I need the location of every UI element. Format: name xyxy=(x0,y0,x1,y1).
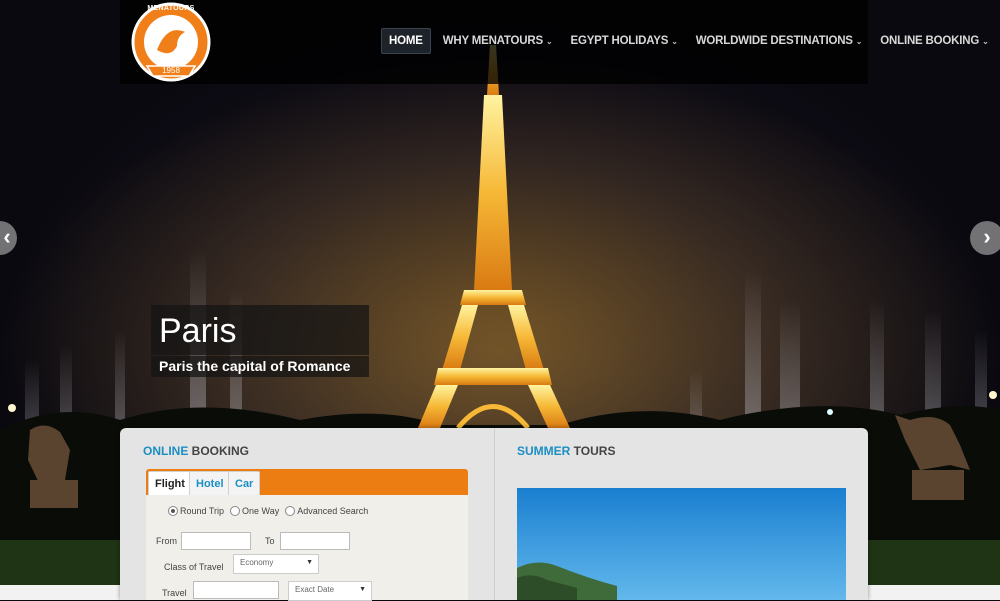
booking-tabs: Flight Hotel Car xyxy=(146,469,468,496)
flight-search-form: Round Trip One Way Advanced Search From … xyxy=(146,495,468,601)
nav-online-booking[interactable]: ONLINE BOOKING ⌄ xyxy=(880,29,988,53)
nav-worldwide-destinations-label: WORLDWIDE DESTINATIONS xyxy=(695,35,853,47)
radio-indicator xyxy=(230,506,241,516)
class-of-travel-select[interactable]: Economy ▼ xyxy=(233,554,319,574)
dropdown-caret-icon: ▼ xyxy=(359,586,366,593)
from-label: From xyxy=(156,536,177,546)
class-of-travel-value: Economy xyxy=(240,558,274,567)
radio-round-trip-label: Round Trip xyxy=(180,506,225,516)
nav-online-booking-label: ONLINE BOOKING xyxy=(880,35,980,47)
online-booking-heading-highlight: ONLINE xyxy=(143,444,189,458)
panel-divider xyxy=(494,428,495,600)
radio-advanced-search[interactable]: Advanced Search xyxy=(285,506,368,516)
logo-brand-text: MENATOURS xyxy=(147,5,195,12)
class-of-travel-label: Class of Travel xyxy=(164,562,224,572)
booking-panel: ONLINE BOOKING Flight Hotel Car Round Tr… xyxy=(120,428,868,601)
from-input[interactable] xyxy=(181,532,251,550)
nav-egypt-holidays-label: EGYPT HOLIDAYS xyxy=(570,35,669,47)
summer-tours-heading: SUMMER TOURS xyxy=(517,444,615,458)
logo-year: 1958 xyxy=(162,66,180,75)
nav-home-label: HOME xyxy=(389,35,423,47)
date-option-value: Exact Date xyxy=(295,585,335,594)
main-nav: HOME WHY MENATOURS ⌄ EGYPT HOLIDAYS ⌄ WORL… xyxy=(381,28,989,54)
travel-label: Travel xyxy=(162,588,187,598)
travel-date-input[interactable] xyxy=(193,581,279,599)
site-logo[interactable]: MENATOURS 1958 xyxy=(127,2,215,84)
to-input[interactable] xyxy=(280,532,350,550)
chevron-down-icon: ⌄ xyxy=(855,37,863,46)
tab-car[interactable]: Car xyxy=(228,471,261,496)
chevron-down-icon: ⌄ xyxy=(545,37,553,46)
nav-why-menatours-label: WHY MENATOURS xyxy=(442,35,543,47)
radio-advanced-search-label: Advanced Search xyxy=(297,506,369,516)
chevron-down-icon: ⌄ xyxy=(982,37,989,46)
online-booking-heading: ONLINE BOOKING xyxy=(143,444,249,458)
chevron-down-icon: ⌄ xyxy=(671,37,678,46)
nav-why-menatours[interactable]: WHY MENATOURS ⌄ xyxy=(443,29,553,53)
radio-one-way-label: One Way xyxy=(242,506,280,516)
nav-egypt-holidays[interactable]: EGYPT HOLIDAYS ⌄ xyxy=(570,29,677,53)
radio-round-trip[interactable]: Round Trip xyxy=(168,506,224,516)
trip-type-options: Round Trip One Way Advanced Search xyxy=(168,506,374,516)
to-label: To xyxy=(265,536,275,546)
tab-hotel[interactable]: Hotel xyxy=(189,471,231,496)
slider-next-button[interactable]: › xyxy=(970,221,1000,255)
summer-tours-heading-rest: TOURS xyxy=(570,444,616,458)
chevron-left-icon: ‹ xyxy=(3,224,11,249)
online-booking-heading-rest: BOOKING xyxy=(188,444,250,458)
radio-indicator xyxy=(168,506,178,516)
dropdown-caret-icon: ▼ xyxy=(306,559,313,566)
slide-caption-title: Paris xyxy=(151,305,369,355)
nav-worldwide-destinations[interactable]: WORLDWIDE DESTINATIONS ⌄ xyxy=(696,29,863,53)
summer-tour-image[interactable] xyxy=(517,488,846,600)
summer-tours-heading-highlight: SUMMER xyxy=(517,444,571,458)
radio-indicator xyxy=(285,506,296,516)
slide-caption-subtitle: Paris the capital of Romance xyxy=(151,356,369,377)
date-option-select[interactable]: Exact Date ▼ xyxy=(288,581,372,601)
chevron-right-icon: › xyxy=(983,224,991,249)
radio-one-way[interactable]: One Way xyxy=(230,506,279,516)
tab-flight[interactable]: Flight xyxy=(148,471,192,496)
nav-home[interactable]: HOME xyxy=(381,28,431,54)
